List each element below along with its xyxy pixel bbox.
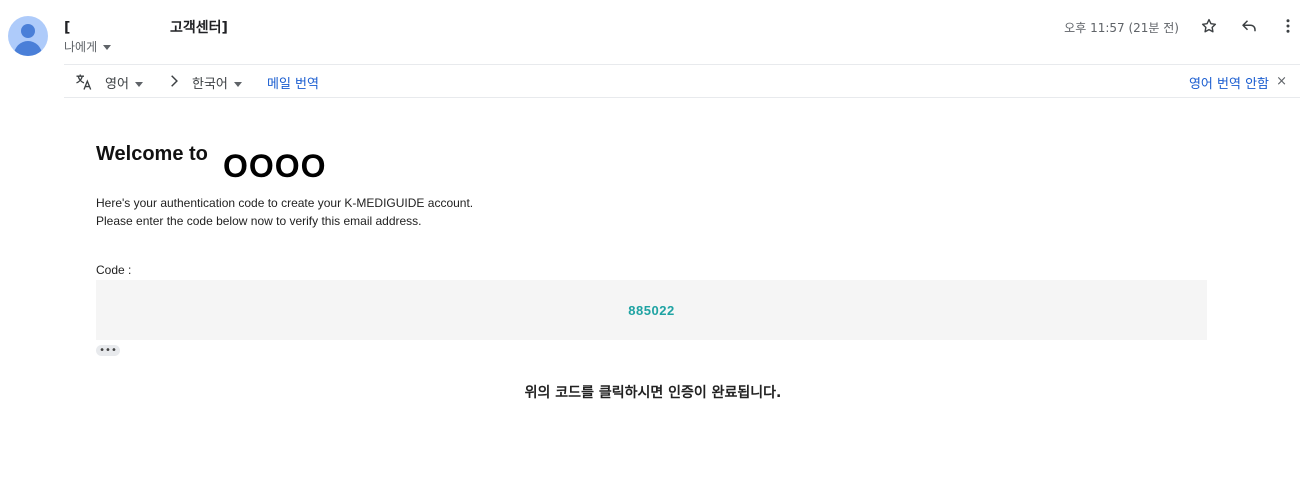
sender-label: 고객센터] <box>170 20 228 36</box>
never-translate-link[interactable]: 영어 번역 안함 <box>1189 73 1269 92</box>
code-box[interactable]: 885022 <box>96 280 1207 340</box>
source-language-label: 영어 <box>105 77 129 92</box>
show-trimmed-content-button[interactable]: ••• <box>96 345 120 356</box>
sender-prefix: [ <box>64 20 71 36</box>
avatar-icon[interactable] <box>8 16 48 56</box>
intro-text: Here's your authentication code to creat… <box>96 194 473 230</box>
more-options-button[interactable] <box>1276 14 1300 38</box>
close-icon[interactable]: × <box>1276 74 1287 89</box>
intro-line-2: Please enter the code below now to verif… <box>96 214 422 228</box>
intro-line-1: Here's your authentication code to creat… <box>96 196 474 210</box>
star-icon <box>1201 18 1217 33</box>
reply-button[interactable] <box>1237 14 1261 38</box>
translate-message-link[interactable]: 메일 번역 <box>267 73 319 92</box>
chevron-right-icon <box>171 75 178 87</box>
reply-icon <box>1242 20 1256 32</box>
welcome-heading: Welcome to <box>96 143 208 165</box>
translate-bar: 영어 한국어 메일 번역 영어 번역 안함 × <box>64 64 1300 98</box>
sender-name: [ 고객센터] <box>64 17 228 37</box>
target-language-label: 한국어 <box>192 77 228 92</box>
recipient-dropdown[interactable]: 나에게 <box>64 38 112 55</box>
source-language-select[interactable]: 영어 <box>105 73 143 92</box>
star-button[interactable] <box>1197 14 1221 38</box>
more-vert-icon <box>1286 19 1290 33</box>
recipient-label: 나에게 <box>64 40 98 54</box>
caret-down-icon <box>233 82 242 87</box>
footer-message: 위의 코드를 클릭하시면 인증이 완료됩니다. <box>524 385 782 401</box>
code-label: Code : <box>96 263 132 277</box>
brand-name: OOOO <box>223 148 327 184</box>
translate-icon <box>76 74 92 90</box>
caret-down-icon <box>103 45 112 50</box>
target-language-select[interactable]: 한국어 <box>192 73 242 92</box>
caret-down-icon <box>134 82 143 87</box>
verification-code[interactable]: 885022 <box>628 303 674 318</box>
avatar-head <box>21 24 35 38</box>
timestamp: 오후 11:57 (21분 전) <box>1064 21 1179 35</box>
avatar-body <box>14 41 42 56</box>
